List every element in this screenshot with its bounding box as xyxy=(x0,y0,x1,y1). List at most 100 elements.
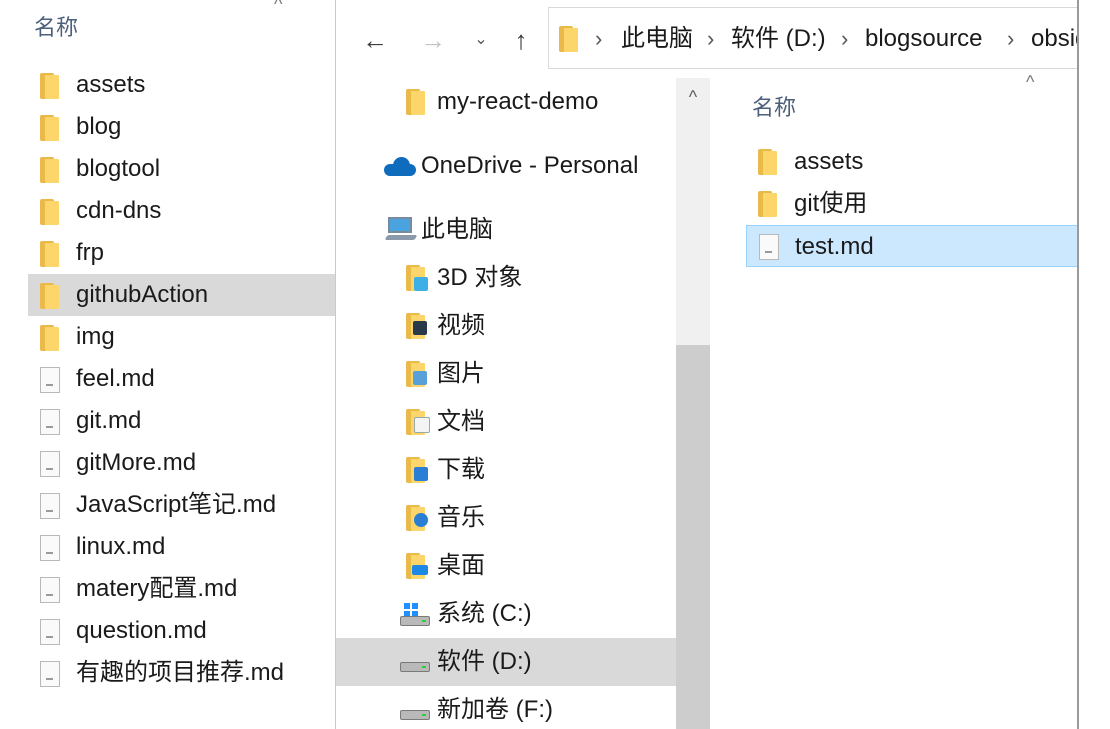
item-label: matery配置.md xyxy=(76,575,238,602)
file-icon xyxy=(759,234,779,260)
file-icon xyxy=(40,661,60,687)
nav-item-label: OneDrive - Personal xyxy=(421,152,639,179)
nav-item-pictures[interactable]: 图片 xyxy=(336,350,676,398)
back-arrow-icon[interactable]: ← xyxy=(360,24,390,56)
breadcrumb-blogsource[interactable]: blogsource xyxy=(865,24,982,54)
item-label: cdn-dns xyxy=(76,197,162,224)
nav-item-label: 3D 对象 xyxy=(437,264,523,291)
list-item-selected[interactable]: test.md xyxy=(746,225,1078,267)
list-item-selected[interactable]: githubAction xyxy=(28,274,335,316)
breadcrumb-obsidian[interactable]: obsidian xyxy=(1031,24,1078,54)
file-icon xyxy=(40,493,60,519)
address-bar[interactable]: › 此电脑 › 软件 (D:) › blogsource › obsidian xyxy=(548,7,1078,69)
list-item[interactable]: git.md xyxy=(28,400,335,442)
sort-ascending-icon: ^ xyxy=(274,0,283,14)
breadcrumb-chevron-icon[interactable]: › xyxy=(1007,24,1014,54)
list-item[interactable]: git使用 xyxy=(746,183,1078,225)
nav-item-downloads[interactable]: 下载 xyxy=(336,446,676,494)
list-item[interactable]: blogtool xyxy=(28,148,335,190)
nav-item-my-react-demo[interactable]: my-react-demo xyxy=(336,78,676,126)
nav-item-software-d[interactable]: 软件 (D:) xyxy=(336,638,676,686)
list-item[interactable]: assets xyxy=(746,141,1078,183)
list-item[interactable]: linux.md xyxy=(28,526,335,568)
list-item[interactable]: cdn-dns xyxy=(28,190,335,232)
nav-item-desktop[interactable]: 桌面 xyxy=(336,542,676,590)
window-edge xyxy=(1077,0,1079,729)
folder-icon xyxy=(40,157,60,183)
breadcrumb-chevron-icon[interactable]: › xyxy=(595,24,602,54)
nav-item-onedrive[interactable]: OneDrive - Personal xyxy=(336,142,676,190)
file-icon xyxy=(40,451,60,477)
nav-item-3d-objects[interactable]: 3D 对象 xyxy=(336,254,676,302)
onedrive-cloud-icon xyxy=(384,157,416,176)
nav-item-label: 文档 xyxy=(437,408,485,435)
nav-item-label: 系统 (C:) xyxy=(437,600,532,627)
drive-icon xyxy=(400,704,430,720)
folder-icon xyxy=(40,199,60,225)
forward-arrow-icon[interactable]: → xyxy=(418,24,448,56)
nav-item-label: my-react-demo xyxy=(437,88,599,115)
left-name-column-header[interactable]: 名称 xyxy=(34,10,78,42)
recent-locations-chevron-icon[interactable]: ⌄ xyxy=(470,24,492,56)
nav-item-label: 音乐 xyxy=(437,504,485,531)
folder-icon xyxy=(40,73,60,99)
nav-item-system-c[interactable]: 系统 (C:) xyxy=(336,590,676,638)
item-label: blog xyxy=(76,113,122,140)
item-label: JavaScript笔记.md xyxy=(76,491,277,518)
left-file-list: assets blog blogtool cdn-dns frp githubA… xyxy=(28,64,335,694)
list-item[interactable]: assets xyxy=(28,64,335,106)
list-item[interactable]: img xyxy=(28,316,335,358)
computer-icon xyxy=(384,217,418,243)
item-label: gitMore.md xyxy=(76,449,197,476)
folder-icon xyxy=(40,241,60,267)
breadcrumb-drive-d[interactable]: 软件 (D:) xyxy=(731,24,826,54)
nav-item-documents[interactable]: 文档 xyxy=(336,398,676,446)
folder-icon xyxy=(40,115,60,141)
list-item[interactable]: gitMore.md xyxy=(28,442,335,484)
nav-item-label: 图片 xyxy=(437,360,485,387)
item-label: githubAction xyxy=(76,281,209,308)
nav-item-videos[interactable]: 视频 xyxy=(336,302,676,350)
breadcrumb-chevron-icon[interactable]: › xyxy=(707,24,714,54)
list-item[interactable]: JavaScript笔记.md xyxy=(28,484,335,526)
file-icon xyxy=(40,619,60,645)
drive-icon xyxy=(400,656,430,672)
file-icon xyxy=(40,535,60,561)
folder-icon xyxy=(40,325,60,351)
breadcrumb-this-pc[interactable]: 此电脑 xyxy=(621,24,693,54)
nav-item-label: 视频 xyxy=(437,312,485,339)
background-explorer-window: 名称 ^ assets blog blogtool cdn-dns frp gi… xyxy=(0,0,335,729)
list-item[interactable]: blog xyxy=(28,106,335,148)
nav-item-volume-f[interactable]: 新加卷 (F:) xyxy=(336,686,676,729)
file-icon xyxy=(40,577,60,603)
system-drive-icon xyxy=(400,610,430,626)
file-icon xyxy=(40,367,60,393)
breadcrumb-chevron-icon[interactable]: › xyxy=(841,24,848,54)
up-arrow-icon[interactable]: ↑ xyxy=(506,24,536,56)
list-item[interactable]: frp xyxy=(28,232,335,274)
file-list-pane: 名称 ^ assets git使用 test.md xyxy=(710,72,1078,729)
name-column-header[interactable]: 名称 xyxy=(752,90,796,122)
item-label: frp xyxy=(76,239,105,266)
foreground-explorer-window: ← → ⌄ ↑ › 此电脑 › 软件 (D:) › blogsource › o… xyxy=(336,0,1078,729)
file-icon xyxy=(40,409,60,435)
item-label: feel.md xyxy=(76,365,155,392)
item-label: 有趣的项目推荐.md xyxy=(76,659,285,686)
nav-item-music[interactable]: 音乐 xyxy=(336,494,676,542)
nav-scrollbar-thumb[interactable] xyxy=(676,345,710,729)
navigation-toolbar: ← → ⌄ ↑ › 此电脑 › 软件 (D:) › blogsource › o… xyxy=(336,0,1078,78)
item-label: git使用 xyxy=(794,190,868,217)
list-item[interactable]: 有趣的项目推荐.md xyxy=(28,652,335,694)
list-item[interactable]: feel.md xyxy=(28,358,335,400)
item-label: question.md xyxy=(76,617,207,644)
nav-item-label: 此电脑 xyxy=(421,216,493,243)
nav-item-label: 软件 (D:) xyxy=(437,648,532,675)
folder-icon xyxy=(40,283,60,309)
list-item[interactable]: question.md xyxy=(28,610,335,652)
nav-item-label: 桌面 xyxy=(437,552,485,579)
nav-item-this-pc[interactable]: 此电脑 xyxy=(336,206,676,254)
scroll-up-arrow-icon[interactable]: ^ xyxy=(676,82,710,112)
list-item[interactable]: matery配置.md xyxy=(28,568,335,610)
item-label: test.md xyxy=(795,233,874,260)
nav-item-label: 新加卷 (F:) xyxy=(437,696,553,723)
